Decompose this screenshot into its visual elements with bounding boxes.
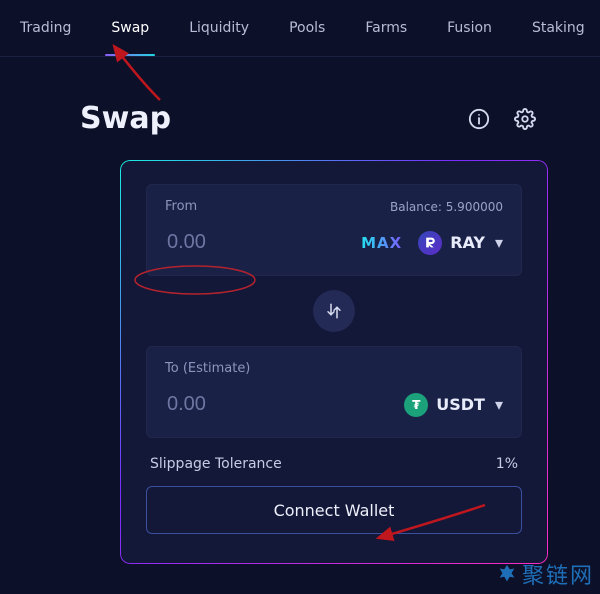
slippage-row: Slippage Tolerance 1% — [150, 456, 518, 472]
from-panel: From Balance: 5.900000 MAX RAY ▾ — [146, 184, 522, 276]
nav-label: Farms — [365, 20, 407, 36]
from-token-symbol: RAY — [450, 233, 485, 252]
page-header: Swap — [0, 57, 600, 160]
chevron-down-icon: ▾ — [495, 233, 503, 252]
nav-farms[interactable]: Farms — [345, 0, 427, 56]
usdt-token-icon: ₮ — [404, 393, 428, 417]
connect-wallet-label: Connect Wallet — [274, 501, 395, 520]
to-panel: To (Estimate) ₮ USDT ▾ — [146, 346, 522, 438]
nav-label: Liquidity — [189, 20, 249, 36]
nav-swap[interactable]: Swap — [91, 0, 169, 56]
to-label: To (Estimate) — [165, 361, 250, 376]
from-amount-input[interactable] — [165, 230, 351, 255]
chevron-down-icon: ▾ — [495, 395, 503, 414]
settings-button[interactable] — [510, 104, 540, 134]
swap-arrows-icon — [325, 302, 343, 320]
info-icon — [468, 108, 490, 130]
nav-label: Trading — [20, 20, 71, 36]
to-token-symbol: USDT — [436, 395, 485, 414]
to-amount-input[interactable] — [165, 392, 388, 417]
nav-staking[interactable]: Staking — [512, 0, 600, 56]
nav-pools[interactable]: Pools — [269, 0, 345, 56]
top-nav: Trading Swap Liquidity Pools Farms Fusio… — [0, 0, 600, 57]
swap-direction-button[interactable] — [313, 290, 355, 332]
from-label: From — [165, 199, 197, 214]
watermark-icon — [496, 563, 518, 585]
ray-token-icon — [418, 231, 442, 255]
header-actions — [464, 104, 540, 134]
gear-icon — [514, 108, 536, 130]
page-title: Swap — [80, 101, 171, 136]
from-token-selector[interactable]: RAY ▾ — [418, 231, 503, 255]
max-button[interactable]: MAX — [361, 234, 402, 252]
nav-label: Pools — [289, 20, 325, 36]
nav-liquidity[interactable]: Liquidity — [169, 0, 269, 56]
nav-label: Swap — [111, 20, 149, 36]
swap-card: From Balance: 5.900000 MAX RAY ▾ To (Est… — [120, 160, 548, 564]
info-button[interactable] — [464, 104, 494, 134]
nav-label: Staking — [532, 20, 585, 36]
slippage-label: Slippage Tolerance — [150, 456, 282, 472]
from-balance: Balance: 5.900000 — [390, 200, 503, 214]
to-token-selector[interactable]: ₮ USDT ▾ — [404, 393, 503, 417]
nav-fusion[interactable]: Fusion — [427, 0, 512, 56]
nav-trading[interactable]: Trading — [0, 0, 91, 56]
slippage-value: 1% — [496, 456, 518, 472]
connect-wallet-button[interactable]: Connect Wallet — [146, 486, 522, 534]
nav-label: Fusion — [447, 20, 492, 36]
